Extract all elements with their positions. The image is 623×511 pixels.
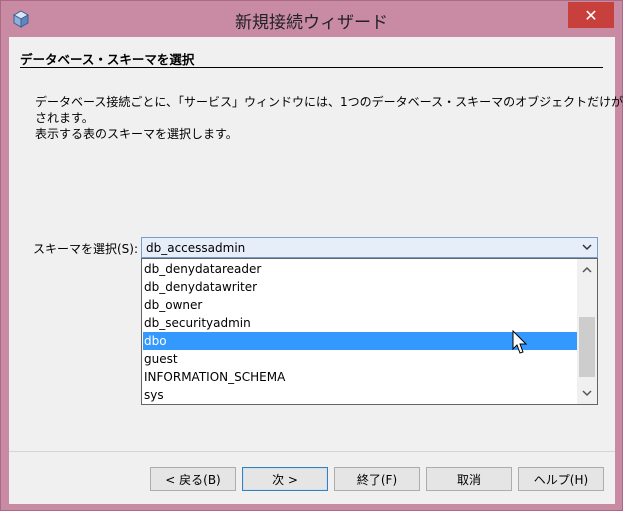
list-item[interactable]: sys xyxy=(143,386,577,404)
schema-select-label: スキーマを選択(S): xyxy=(33,242,139,256)
description-line: 表示する表のスキーマを選択します。 xyxy=(35,127,238,141)
list-item[interactable]: INFORMATION_SCHEMA xyxy=(143,368,577,386)
wizard-window: 新規接続ウィザード ✕ データベース・スキーマを選択 データベース接続ごとに、「… xyxy=(0,0,623,511)
schema-select-value: db_accessadmin xyxy=(146,241,246,255)
dropdown-scrollbar[interactable] xyxy=(577,259,597,404)
description-line: されます。 xyxy=(35,111,94,125)
list-item[interactable]: db_denydatareader xyxy=(143,260,577,278)
help-button[interactable]: ヘルプ(H) xyxy=(518,467,604,491)
mouse-pointer-icon xyxy=(512,330,528,354)
list-item[interactable]: db_denydatawriter xyxy=(143,278,577,296)
list-item[interactable]: db_owner xyxy=(143,296,577,314)
window-title: 新規接続ウィザード xyxy=(235,13,388,33)
close-button[interactable]: ✕ xyxy=(568,2,614,28)
footer-divider xyxy=(9,451,615,452)
finish-button[interactable]: 終了(F) xyxy=(334,467,420,491)
schema-dropdown-list[interactable]: db_denydatareader db_denydatawriter db_o… xyxy=(141,258,598,405)
scrollbar-thumb[interactable] xyxy=(579,317,595,377)
title-bar[interactable]: 新規接続ウィザード ✕ xyxy=(1,1,622,37)
description-text: データベース接続ごとに、「サービス」ウィンドウには、1つのデータベース・スキーマ… xyxy=(35,94,623,142)
wizard-content: データベース・スキーマを選択 データベース接続ごとに、「サービス」ウィンドウには… xyxy=(9,37,623,504)
chevron-down-icon[interactable] xyxy=(577,385,597,402)
header-divider xyxy=(20,67,603,68)
description-line: データベース接続ごとに、「サービス」ウィンドウには、1つのデータベース・スキーマ… xyxy=(35,95,623,109)
schema-select-combobox[interactable]: db_accessadmin xyxy=(141,237,598,258)
next-button[interactable]: 次 > xyxy=(242,467,328,491)
back-button[interactable]: < 戻る(B) xyxy=(150,467,236,491)
step-title: データベース・スキーマを選択 xyxy=(20,52,195,67)
chevron-up-icon[interactable] xyxy=(577,261,597,278)
cancel-button[interactable]: 取消 xyxy=(426,467,512,491)
close-icon: ✕ xyxy=(584,5,598,25)
chevron-down-icon[interactable] xyxy=(581,240,593,254)
